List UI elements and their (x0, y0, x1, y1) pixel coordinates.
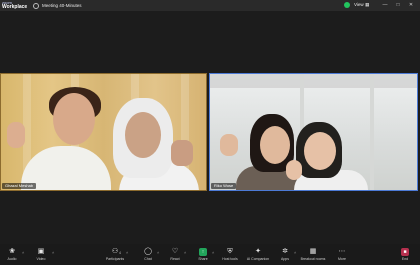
react-label: React (170, 257, 180, 261)
audio-label: Audio (7, 257, 17, 261)
heart-icon: ♡ (171, 248, 179, 255)
video-options-chevron-icon[interactable]: ˄ (52, 250, 54, 255)
peace-sign-hand (7, 122, 25, 148)
maximize-button[interactable]: □ (395, 1, 401, 9)
ai-companion-label: AI Companion (246, 257, 270, 261)
view-grid-icon: ▦ (364, 2, 370, 7)
video-tile-ghazal[interactable]: Ghazal Meshab (0, 73, 207, 191)
participant-face (304, 132, 336, 170)
participants-label: Participants (105, 257, 125, 261)
view-label: View (354, 2, 364, 7)
microphone-icon: ❀ (9, 248, 15, 255)
peace-sign-hand (220, 134, 238, 156)
audio-options-chevron-icon[interactable]: ˄ (22, 250, 24, 255)
shield-icon: ⛨ (227, 248, 233, 255)
zoom-meeting-window: zoom Workplace Meeting 40-Minutes View ▦… (0, 0, 420, 265)
end-button[interactable]: ■ End (390, 248, 420, 261)
share-label: Share (198, 257, 208, 261)
end-label: End (401, 257, 409, 261)
breakout-rooms-button[interactable]: ▦ Breakout rooms (298, 248, 328, 261)
apps-options-chevron-icon[interactable]: ˄ (294, 250, 296, 255)
window-frame (370, 74, 374, 190)
apps-label: Apps (281, 257, 289, 261)
participants-icon: ⚇ (111, 248, 119, 255)
video-label: Video (36, 257, 46, 261)
participant-face (260, 126, 290, 164)
view-button[interactable]: View ▦ (354, 2, 369, 8)
host-tools-button[interactable]: ⛨ Host tools (215, 248, 245, 261)
meeting-title: Meeting 40-Minutes (42, 3, 82, 8)
breakout-rooms-label: Breakout rooms (300, 257, 326, 261)
apps-icon: ✲ (282, 248, 288, 255)
zoom-workplace-logo: zoom Workplace (2, 0, 27, 10)
meeting-info[interactable]: Meeting 40-Minutes (33, 2, 82, 9)
participant-name-tag: Riko Wose (211, 183, 237, 189)
participant-count: 4 (119, 251, 121, 255)
chat-label: Chat (144, 257, 152, 261)
participants-options-chevron-icon[interactable]: ˄ (126, 250, 128, 255)
meeting-toolbar: ❀ Audio ˄ ▣ Video ˄ ⚇ 4 Participants ˄ ◯… (0, 244, 420, 265)
participant-name-tag: Ghazal Meshab (2, 183, 37, 189)
minimize-button[interactable]: — (382, 1, 388, 9)
sparkle-icon: ✦ (255, 248, 261, 255)
chat-icon: ◯ (144, 248, 152, 255)
more-button[interactable]: ⋯ More (327, 248, 357, 261)
more-icon: ⋯ (338, 248, 346, 255)
security-shield-icon[interactable] (344, 2, 350, 8)
video-tile-riko[interactable]: Riko Wose (209, 73, 418, 191)
share-options-chevron-icon[interactable]: ˄ (212, 250, 214, 255)
more-label: More (338, 257, 346, 261)
chat-options-chevron-icon[interactable]: ˄ (157, 250, 159, 255)
meeting-info-icon (33, 2, 39, 9)
participant-face (125, 112, 161, 158)
peace-sign-hand (171, 140, 193, 166)
end-icon: ■ (401, 248, 409, 256)
grid-icon: ▦ (309, 248, 317, 255)
ai-companion-button[interactable]: ✦ AI Companion (243, 248, 273, 261)
video-camera-icon: ▣ (37, 248, 45, 255)
participant-face (53, 93, 95, 145)
window-blind (210, 74, 417, 88)
title-bar: zoom Workplace Meeting 40-Minutes View ▦… (0, 0, 420, 11)
react-options-chevron-icon[interactable]: ˄ (184, 250, 186, 255)
share-screen-icon: ↑ (199, 248, 207, 256)
peace-sign-hand (286, 160, 302, 180)
window-controls: — □ ✕ (382, 1, 414, 9)
close-button[interactable]: ✕ (408, 1, 414, 9)
host-tools-label: Host tools (222, 257, 238, 261)
brand-line2: Workplace (2, 4, 28, 10)
